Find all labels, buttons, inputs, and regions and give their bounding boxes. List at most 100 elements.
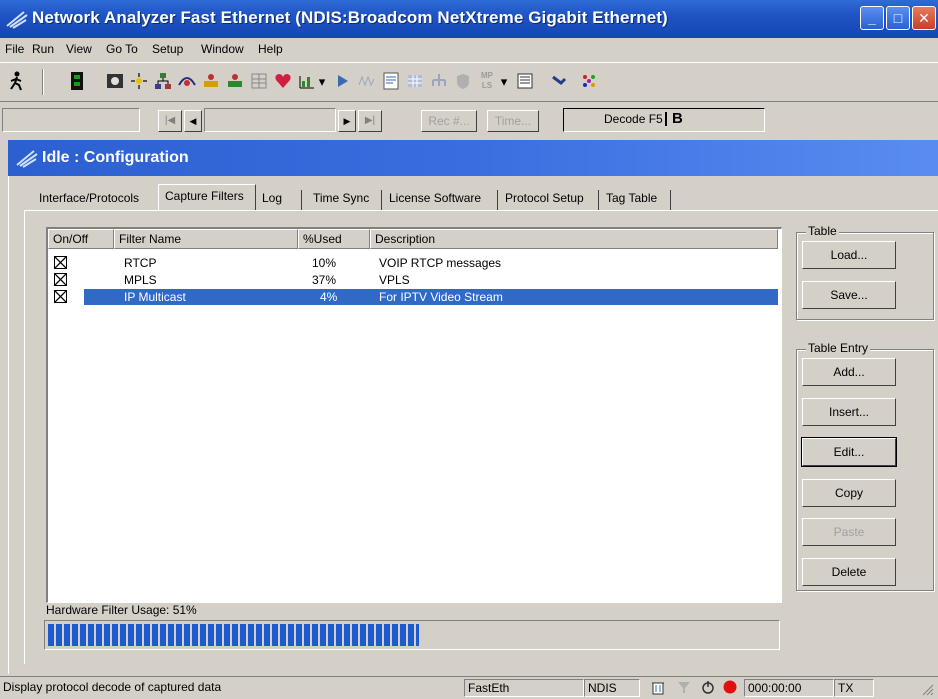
record-icon (722, 679, 738, 695)
column-header-onoff[interactable]: On/Off (48, 229, 114, 249)
delete-button[interactable]: Delete (802, 558, 896, 586)
next-record-button[interactable]: ▶ (338, 110, 356, 132)
menu-file[interactable]: File (5, 42, 24, 56)
tab-tag-table[interactable]: Tag Table (603, 188, 660, 210)
decode-suffix: B (672, 110, 683, 127)
heart-icon[interactable] (272, 71, 294, 93)
tab-time-sync[interactable]: Time Sync (310, 188, 372, 210)
menu-run[interactable]: Run (32, 42, 54, 56)
edit-button[interactable]: Edit... (801, 437, 897, 467)
mpls-icon[interactable]: MP LS (476, 71, 498, 93)
table-icon[interactable] (248, 71, 270, 93)
tab-license-software[interactable]: License Software (386, 188, 484, 210)
resize-grip-icon[interactable] (920, 682, 934, 696)
copy-button[interactable]: Copy (802, 479, 896, 507)
menu-window[interactable]: Window (201, 42, 244, 56)
toolbar: ▾ MP LS ▾ (0, 62, 938, 102)
rec-number-button[interactable]: Rec #... (421, 110, 477, 132)
filter-status-icon (676, 679, 692, 695)
pointer-icon[interactable] (548, 71, 570, 93)
trash-icon (650, 679, 666, 695)
table-entry-group-label: Table Entry (806, 341, 871, 355)
filter-used: 4% (320, 290, 338, 304)
report-icon[interactable] (380, 71, 402, 93)
play-icon[interactable] (332, 71, 354, 93)
network-icon[interactable] (152, 71, 174, 93)
menu-goto[interactable]: Go To (106, 42, 138, 56)
run-icon[interactable] (6, 71, 28, 93)
app-icon (6, 9, 28, 29)
tab-interface-protocols[interactable]: Interface/Protocols (36, 188, 142, 210)
tree-icon[interactable] (428, 71, 450, 93)
filter-enabled-checkbox[interactable] (54, 256, 67, 269)
window-title: Network Analyzer Fast Ethernet (NDIS:Bro… (32, 8, 668, 27)
stats-icon[interactable] (296, 71, 318, 93)
inner-window-title: Idle : Configuration (42, 149, 189, 166)
wave-icon[interactable] (356, 71, 378, 93)
record-display (2, 108, 140, 132)
filter-name: MPLS (124, 273, 157, 287)
time-button[interactable]: Time... (487, 110, 539, 132)
tab-capture-filters[interactable]: Capture Filters (162, 186, 247, 208)
column-header-description[interactable]: Description (370, 229, 778, 249)
table-group-label: Table (806, 224, 839, 238)
last-record-icon: ▶| (364, 115, 376, 126)
grid-icon[interactable] (404, 71, 426, 93)
maximize-button[interactable]: □ (886, 6, 910, 30)
filter-enabled-checkbox[interactable] (54, 290, 67, 303)
scan-icon[interactable] (176, 71, 198, 93)
save-button[interactable]: Save... (802, 281, 896, 309)
display-icon[interactable] (514, 71, 536, 93)
paste-button[interactable]: Paste (802, 518, 896, 546)
hardware-usage-bar (44, 620, 780, 650)
close-button[interactable]: ✕ (912, 6, 936, 30)
first-record-icon: |◀ (164, 115, 176, 126)
status-adapter: FastEth (464, 679, 584, 697)
table-row-selected[interactable]: IP Multicast 4% For IPTV Video Stream (48, 289, 778, 305)
add-button[interactable]: Add... (802, 358, 896, 386)
dropdown-icon[interactable]: ▾ (498, 71, 510, 93)
filter-used: 10% (312, 256, 337, 270)
power-icon (700, 679, 716, 695)
tab-protocol-setup[interactable]: Protocol Setup (502, 188, 587, 210)
status-timer: 000:00:00 (744, 679, 834, 697)
decode-box[interactable]: Decode F5 B (563, 108, 765, 132)
load-button[interactable]: Load... (802, 241, 896, 269)
tab-log[interactable]: Log (259, 188, 285, 210)
dropdown-icon[interactable]: ▾ (316, 71, 328, 93)
column-header-filter-name[interactable]: Filter Name (114, 229, 298, 249)
traffic-icon[interactable] (200, 71, 222, 93)
stop-icon[interactable] (66, 71, 88, 93)
filter-name: RTCP (124, 256, 157, 270)
last-record-button[interactable]: ▶| (358, 110, 382, 132)
minimize-button[interactable]: _ (860, 6, 884, 30)
record-scrollbar[interactable] (204, 108, 336, 132)
menu-view[interactable]: View (66, 42, 92, 56)
expert-icon[interactable] (224, 71, 246, 93)
navigation-bar: |◀ ◀ ▶ ▶| Rec #... Time... Decode F5 B (0, 103, 938, 137)
menu-help[interactable]: Help (258, 42, 283, 56)
title-bar: Network Analyzer Fast Ethernet (NDIS:Bro… (0, 0, 938, 38)
menu-setup[interactable]: Setup (152, 42, 183, 56)
hardware-usage-fill (48, 624, 419, 646)
filter-name: IP Multicast (124, 290, 186, 304)
multi-icon[interactable] (578, 71, 600, 93)
insert-button[interactable]: Insert... (802, 398, 896, 426)
prev-record-button[interactable]: ◀ (184, 110, 202, 132)
filter-enabled-checkbox[interactable] (54, 273, 67, 286)
filter-description: VOIP RTCP messages (379, 256, 502, 270)
filter-icon[interactable] (128, 71, 150, 93)
menu-bar: File Run View Go To Setup Window Help (0, 38, 938, 62)
table-row[interactable]: MPLS 37% VPLS (48, 272, 778, 288)
table-row[interactable]: RTCP 10% VOIP RTCP messages (48, 255, 778, 271)
capture-icon[interactable] (104, 71, 126, 93)
status-message: Display protocol decode of captured data (3, 680, 222, 694)
filter-description: For IPTV Video Stream (379, 290, 503, 304)
first-record-button[interactable]: |◀ (158, 110, 182, 132)
config-icon (16, 148, 38, 168)
status-mode: TX (834, 679, 874, 697)
status-driver: NDIS (584, 679, 640, 697)
hardware-usage-label: Hardware Filter Usage: 51% (46, 603, 197, 617)
shield-icon[interactable] (452, 71, 474, 93)
column-header-used[interactable]: %Used (298, 229, 370, 249)
